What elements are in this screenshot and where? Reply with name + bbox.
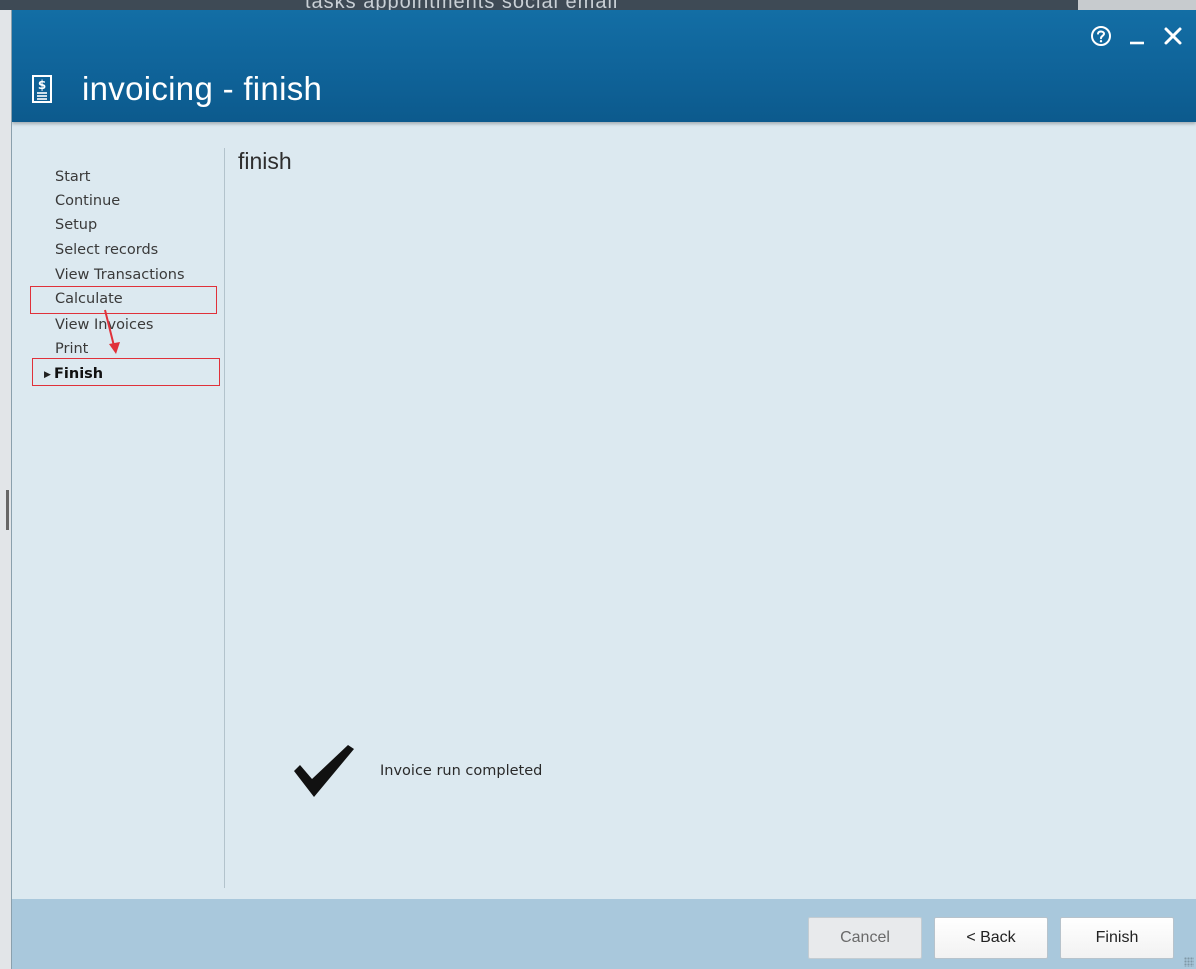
background-app-panel xyxy=(1078,0,1196,10)
step-select-records[interactable]: Select records xyxy=(55,240,158,260)
background-app-edge xyxy=(0,10,11,969)
dialog-title: invoicing - finish xyxy=(82,70,323,107)
resize-grip[interactable] xyxy=(1184,957,1194,967)
cancel-button[interactable]: Cancel xyxy=(808,917,922,959)
status-message: Invoice run completed xyxy=(380,763,543,779)
step-calculate[interactable]: Calculate xyxy=(55,289,123,309)
steps-divider xyxy=(224,148,225,888)
invoice-document-icon: $ xyxy=(32,75,52,103)
step-print[interactable]: Print xyxy=(55,339,88,359)
window-controls xyxy=(1090,24,1184,48)
minimize-button[interactable] xyxy=(1126,24,1148,48)
checkmark-icon xyxy=(294,745,354,797)
current-step-caret-icon: ▶ xyxy=(44,370,51,380)
section-title: finish xyxy=(238,148,292,174)
dialog-titlebar: $ invoicing - finish xyxy=(12,10,1196,122)
help-circle-icon xyxy=(1091,26,1111,46)
invoicing-dialog: $ invoicing - finish Start Continue Setu… xyxy=(11,10,1196,969)
finish-button[interactable]: Finish xyxy=(1060,917,1174,959)
annotation-arrow-icon xyxy=(104,309,120,354)
background-app-toolbar: tasks appointments social email xyxy=(0,0,1196,13)
close-button[interactable] xyxy=(1162,24,1184,48)
wizard-steps-nav xyxy=(12,122,224,899)
svg-text:$: $ xyxy=(38,78,46,92)
help-button[interactable] xyxy=(1090,24,1112,48)
back-button[interactable]: < Back xyxy=(934,917,1048,959)
step-setup[interactable]: Setup xyxy=(55,215,97,235)
step-finish-label: Finish xyxy=(54,366,104,382)
minimize-icon xyxy=(1130,41,1144,45)
step-view-transactions[interactable]: View Transactions xyxy=(55,265,185,285)
step-finish[interactable]: ▶ Finish xyxy=(44,364,103,385)
step-start[interactable]: Start xyxy=(55,167,90,187)
step-continue[interactable]: Continue xyxy=(55,191,120,211)
close-icon xyxy=(1164,27,1182,45)
